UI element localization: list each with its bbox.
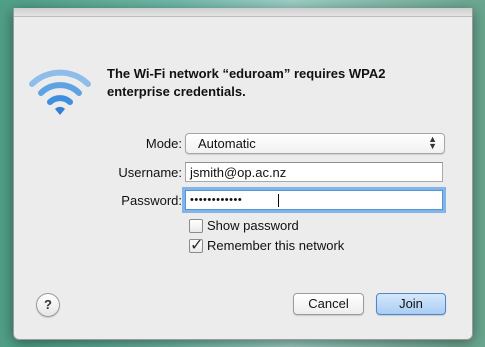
mode-select[interactable]: Automatic ▲ ▼ [185, 133, 445, 154]
password-value: •••••••••••• [190, 194, 243, 206]
wifi-credentials-dialog: The Wi-Fi network “eduroam” requires WPA… [13, 8, 473, 340]
remember-network-checkbox[interactable]: ✓ [189, 237, 203, 254]
sheet-top-edge [14, 8, 472, 17]
password-field[interactable]: •••••••••••• [185, 190, 443, 210]
username-label: Username: [118, 165, 182, 180]
username-field[interactable]: jsmith@op.ac.nz [185, 162, 443, 182]
help-button[interactable]: ? [36, 293, 60, 317]
join-button[interactable]: Join [376, 293, 446, 315]
select-arrows-icon: ▲ ▼ [428, 134, 437, 151]
mode-label: Mode: [145, 136, 182, 151]
password-label: Password: [121, 193, 182, 208]
dialog-message: The Wi-Fi network “eduroam” requires WPA… [107, 66, 386, 99]
text-caret [278, 194, 279, 207]
mode-select-value: Automatic [198, 136, 256, 151]
username-value: jsmith@op.ac.nz [190, 165, 287, 180]
remember-network-label[interactable]: Remember this network [207, 238, 344, 253]
cancel-button[interactable]: Cancel [293, 293, 364, 315]
checkmark-icon: ✓ [190, 237, 204, 254]
show-password-label[interactable]: Show password [207, 218, 299, 233]
wifi-icon [29, 69, 91, 115]
show-password-checkbox[interactable] [189, 219, 203, 233]
